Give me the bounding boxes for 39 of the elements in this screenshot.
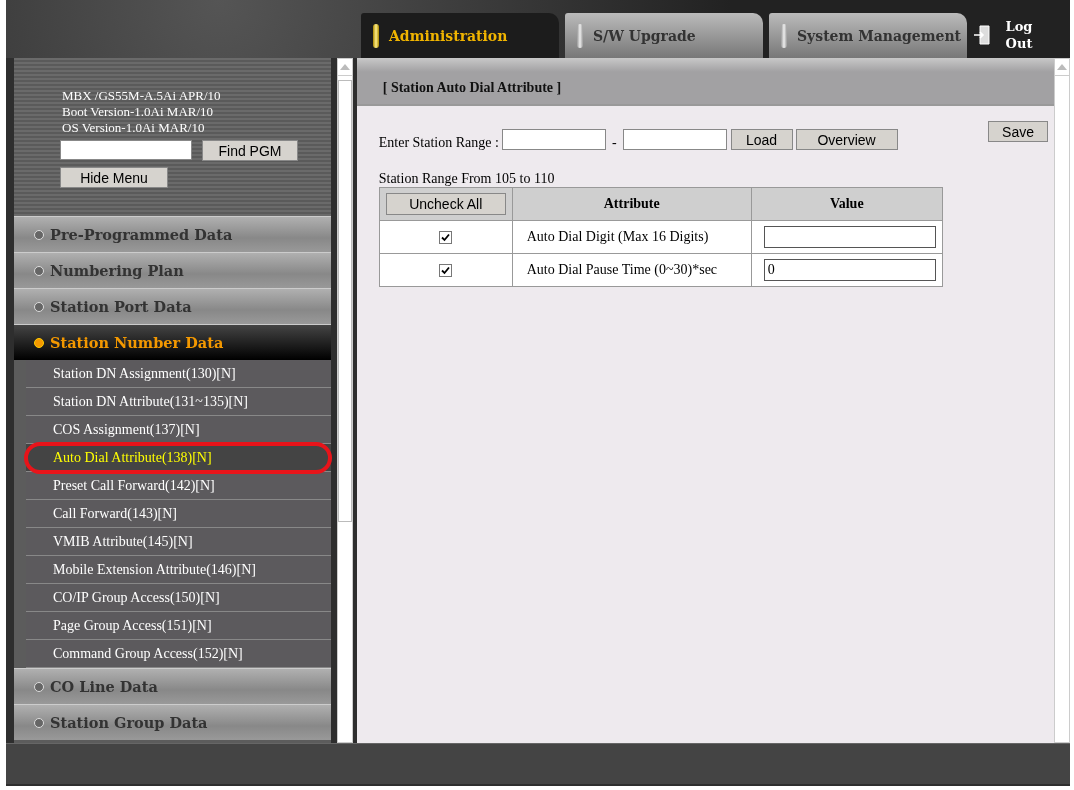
range-start-field[interactable]	[501, 129, 606, 150]
load-button[interactable]: Load	[730, 129, 793, 150]
menu-group[interactable]: CO Line Data	[14, 668, 331, 704]
door-exit-icon[interactable]	[973, 24, 991, 46]
hide-menu-button[interactable]: Hide Menu	[60, 167, 168, 188]
checkbox[interactable]	[439, 264, 453, 278]
overview-button[interactable]: Overview	[795, 129, 898, 150]
range-label: Enter Station Range :	[378, 135, 499, 151]
search-field[interactable]	[60, 140, 192, 160]
nav-tab[interactable]: System Management	[769, 13, 967, 58]
checkbox[interactable]	[439, 231, 453, 245]
menu-group[interactable]: Pre-Programmed Data	[14, 216, 331, 252]
nav-tab[interactable]: S/W Upgrade	[565, 13, 763, 58]
menu-group[interactable]: Station Port Data	[14, 288, 331, 324]
table-cell: Auto Dial Pause Time (0~30)*sec	[512, 253, 752, 287]
range-separator: -	[611, 135, 617, 151]
nav-tab[interactable]: Administration	[361, 13, 559, 58]
logout-link[interactable]: Log Out	[1001, 18, 1037, 52]
scroll-up-icon[interactable]	[339, 64, 350, 70]
range-end-field[interactable]	[622, 129, 727, 150]
table-cell: Auto Dial Digit (Max 16 Digits)	[512, 220, 752, 254]
version-text: OS Version-1.0Ai MAR/10	[62, 120, 206, 136]
menu-group[interactable]: Numbering Plan	[14, 252, 331, 288]
scrollbar[interactable]	[1054, 58, 1070, 743]
save-button[interactable]: Save	[988, 121, 1049, 142]
value-field[interactable]: 0	[763, 259, 936, 281]
range-text: Station Range From 105 to 110	[378, 171, 556, 187]
column-header: Attribute	[512, 187, 752, 221]
menu-group[interactable]: Station Group Data	[14, 704, 331, 740]
scroll-up-icon[interactable]	[1057, 64, 1068, 70]
version-text: MBX /GS55M-A.5Ai APR/10	[62, 88, 222, 104]
find-button[interactable]: Find PGM	[202, 140, 298, 161]
page-title: [ Station Auto Dial Attribute ]	[382, 80, 562, 95]
column-header: Value	[751, 187, 943, 221]
scrollbar[interactable]	[336, 58, 353, 743]
version-text: Boot Version-1.0Ai MAR/10	[62, 104, 215, 120]
value-field[interactable]	[763, 226, 936, 248]
menu-group[interactable]: Station Number Data	[14, 324, 331, 360]
uncheck-all-button[interactable]: Uncheck All	[385, 193, 506, 215]
